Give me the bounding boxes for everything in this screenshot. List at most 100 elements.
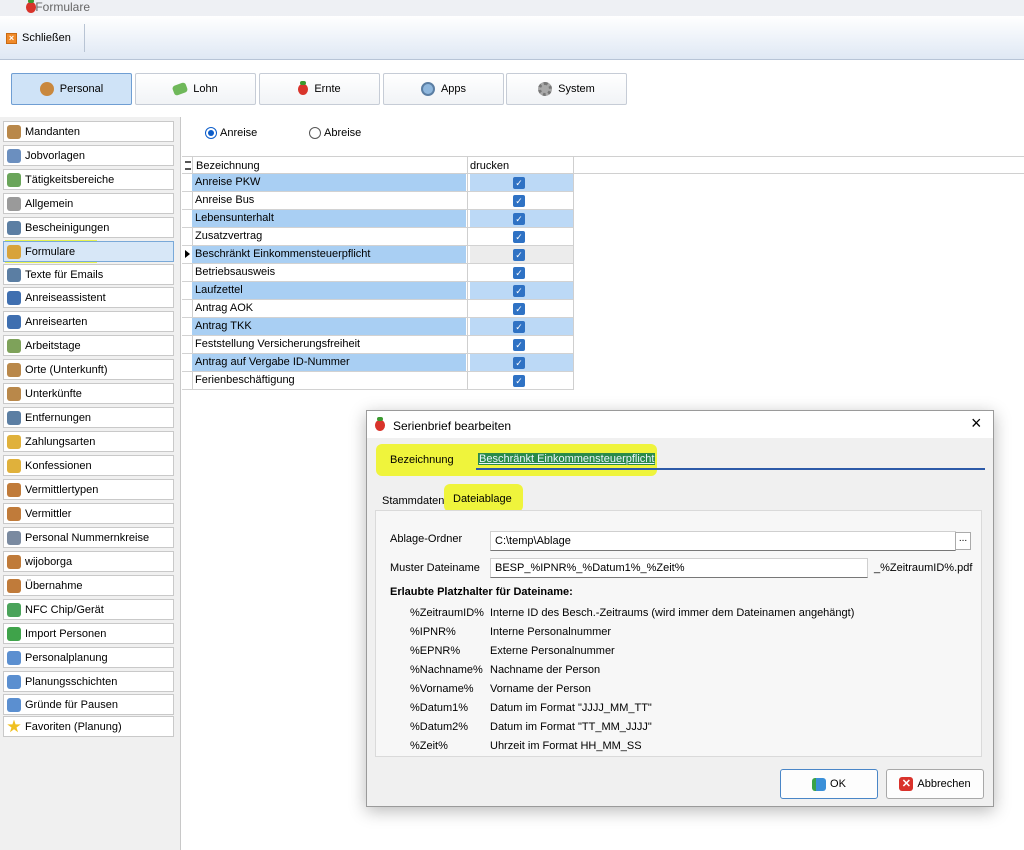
sidebar-item-label: Vermittler: [25, 507, 72, 520]
drucken-checkbox[interactable]: ✓: [513, 195, 525, 207]
browse-button[interactable]: ...: [955, 532, 971, 550]
sidebar-item-unterkünfte[interactable]: Unterkünfte: [3, 383, 174, 404]
row-bezeichnung: Beschränkt Einkommensteuerpflicht: [192, 246, 466, 263]
sidebar-item-import-personen[interactable]: Import Personen: [3, 623, 174, 644]
sidebar-item-zahlungsarten[interactable]: Zahlungsarten: [3, 431, 174, 452]
drucken-checkbox[interactable]: ✓: [513, 213, 525, 225]
sidebar-item-wijoborga[interactable]: wijoborga: [3, 551, 174, 572]
row-indicator[interactable]: [182, 354, 192, 372]
row-indicator[interactable]: [182, 174, 192, 192]
sidebar-item-label: Konfessionen: [25, 459, 92, 472]
sidebar-item-allgemein[interactable]: Allgemein: [3, 193, 174, 214]
row-bezeichnung: Ferienbeschäftigung: [195, 374, 295, 386]
row-indicator[interactable]: [182, 336, 192, 354]
tab-personal[interactable]: Personal: [11, 73, 132, 105]
sidebar-item-orte-unterkunft[interactable]: Orte (Unterkunft): [3, 359, 174, 380]
toolbar-separator: [84, 24, 85, 52]
table-row[interactable]: Anreise PKW ✓: [192, 174, 573, 192]
close-button[interactable]: × Schließen: [6, 28, 71, 48]
radio-anreise-label: Anreise: [220, 127, 258, 139]
table-row[interactable]: Beschränkt Einkommensteuerpflicht ✓: [192, 246, 573, 264]
sidebar-item-anreisearten[interactable]: Anreisearten: [3, 311, 174, 332]
muster-input[interactable]: BESP_%IPNR%_%Datum1%_%Zeit%: [490, 558, 868, 578]
sidebar-item-label: Favoriten (Planung): [25, 720, 122, 733]
sidebar-item-arbeitstage[interactable]: Arbeitstage: [3, 335, 174, 356]
row-indicator[interactable]: [182, 372, 192, 390]
placeholder-key: %Datum2%: [410, 721, 469, 733]
table-row[interactable]: Anreise Bus ✓: [192, 192, 573, 210]
row-indicator[interactable]: [182, 264, 192, 282]
row-bezeichnung: Laufzettel: [192, 282, 466, 299]
table-row[interactable]: Feststellung Versicherungsfreiheit ✓: [192, 336, 573, 354]
table-row[interactable]: Ferienbeschäftigung ✓: [192, 372, 573, 390]
sidebar-item-planungsschichten[interactable]: Planungsschichten: [3, 671, 174, 692]
drucken-checkbox[interactable]: ✓: [513, 357, 525, 369]
money-icon: [171, 81, 189, 97]
sidebar-item-favoriten-planung[interactable]: Favoriten (Planung): [3, 716, 174, 737]
row-indicator[interactable]: [182, 228, 192, 246]
sidebar-item-konfessionen[interactable]: Konfessionen: [3, 455, 174, 476]
sidebar-item-personalplanung[interactable]: Personalplanung: [3, 647, 174, 668]
table-row[interactable]: Betriebsausweis ✓: [192, 264, 573, 282]
sidebar-item-bescheinigungen[interactable]: Bescheinigungen: [3, 217, 174, 238]
table-row[interactable]: Antrag auf Vergabe ID-Nummer ✓: [192, 354, 573, 372]
row-indicator[interactable]: [182, 192, 192, 210]
row-indicator[interactable]: [182, 246, 192, 264]
tab-stammdaten[interactable]: Stammdaten: [382, 495, 444, 507]
drucken-checkbox[interactable]: ✓: [513, 267, 525, 279]
ok-button[interactable]: OK: [780, 769, 878, 799]
sidebar-item-label: Zahlungsarten: [25, 435, 96, 448]
tab-dateiablage[interactable]: Dateiablage: [453, 493, 512, 505]
drucken-checkbox[interactable]: ✓: [513, 231, 525, 243]
row-indicator[interactable]: [182, 318, 192, 336]
sidebar-item-übernahme[interactable]: Übernahme: [3, 575, 174, 596]
sidebar-item-gründe-für-pausen[interactable]: Gründe für Pausen: [3, 694, 174, 715]
sidebar-item-mandanten[interactable]: Mandanten: [3, 121, 174, 142]
drucken-checkbox[interactable]: ✓: [513, 321, 525, 333]
ablage-input[interactable]: C:\temp\Ablage: [490, 531, 956, 551]
sidebar-item-label: NFC Chip/Gerät: [25, 603, 104, 616]
sidebar-item-vermittler[interactable]: Vermittler: [3, 503, 174, 524]
tab-ernte[interactable]: Ernte: [259, 73, 380, 105]
tab-lohn[interactable]: Lohn: [135, 73, 256, 105]
sidebar-item-vermittlertypen[interactable]: Vermittlertypen: [3, 479, 174, 500]
drucken-checkbox[interactable]: ✓: [513, 249, 525, 261]
sidebar-item-formulare[interactable]: Formulare: [3, 241, 174, 262]
radio-abreise[interactable]: Abreise: [309, 127, 361, 139]
sidebar-item-texte-für-emails[interactable]: Texte für Emails: [3, 264, 174, 285]
apps-icon: [420, 82, 435, 96]
row-indicator[interactable]: [182, 300, 192, 318]
sidebar-item-entfernungen[interactable]: Entfernungen: [3, 407, 174, 428]
sidebar-item-nfc-chip-gerät[interactable]: NFC Chip/Gerät: [3, 599, 174, 620]
row-indicator[interactable]: [182, 282, 192, 300]
table-row[interactable]: Antrag TKK ✓: [192, 318, 573, 336]
close-icon: ×: [6, 32, 17, 44]
sidebar-item-jobvorlagen[interactable]: Jobvorlagen: [3, 145, 174, 166]
text-icon: [7, 267, 21, 282]
column-chooser-icon[interactable]: [185, 161, 191, 170]
dialog-close-icon[interactable]: ×: [971, 414, 982, 432]
header-drucken[interactable]: drucken: [470, 160, 509, 172]
sidebar-item-tätigkeitsbereiche[interactable]: Tätigkeitsbereiche: [3, 169, 174, 190]
placeholder-description: Interne ID des Besch.-Zeitraums (wird im…: [490, 607, 855, 619]
table-row[interactable]: Zusatzvertrag ✓: [192, 228, 573, 246]
drucken-checkbox[interactable]: ✓: [513, 339, 525, 351]
tab-apps[interactable]: Apps: [383, 73, 504, 105]
drucken-checkbox[interactable]: ✓: [513, 375, 525, 387]
window-title: Formulare: [35, 0, 91, 14]
header-bezeichnung[interactable]: Bezeichnung: [196, 160, 260, 172]
tab-system[interactable]: System: [506, 73, 627, 105]
cancel-button[interactable]: ✕ Abbrechen: [886, 769, 984, 799]
sidebar-item-anreiseassistent[interactable]: Anreiseassistent: [3, 287, 174, 308]
sidebar-item-label: Jobvorlagen: [25, 149, 85, 162]
bezeichnung-input[interactable]: Beschränkt Einkommensteuerpflicht: [476, 451, 985, 470]
drucken-checkbox[interactable]: ✓: [513, 303, 525, 315]
drucken-checkbox[interactable]: ✓: [513, 285, 525, 297]
table-row[interactable]: Antrag AOK ✓: [192, 300, 573, 318]
row-indicator[interactable]: [182, 210, 192, 228]
sidebar-item-personal-nummernkreise[interactable]: Personal Nummernkreise: [3, 527, 174, 548]
radio-anreise[interactable]: Anreise: [205, 127, 257, 139]
table-row[interactable]: Lebensunterhalt ✓: [192, 210, 573, 228]
table-row[interactable]: Laufzettel ✓: [192, 282, 573, 300]
drucken-checkbox[interactable]: ✓: [513, 177, 525, 189]
